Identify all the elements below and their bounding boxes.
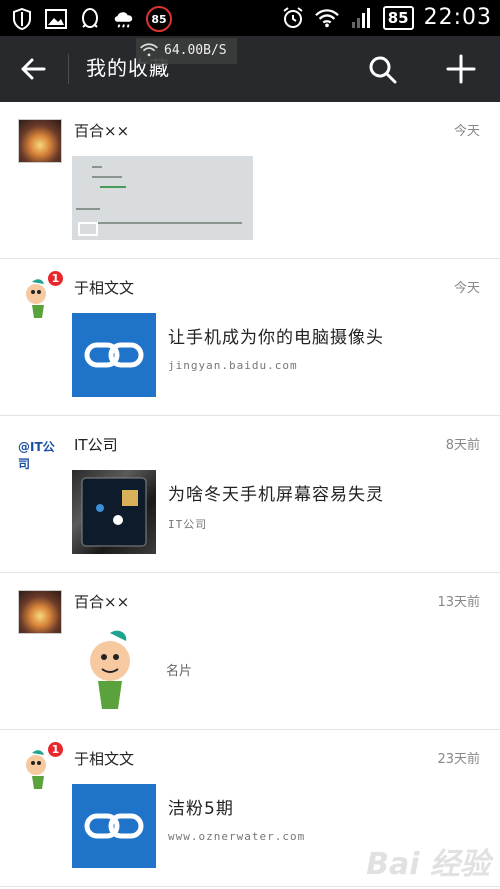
clock: 22:03 [423,5,492,30]
watermark: Bai 经验 [366,847,490,882]
network-speed-overlay: 64.00B/S [136,38,237,64]
add-button[interactable] [444,52,478,86]
link-source: www.oznerwater.com [168,830,306,843]
article-source: IT公司 [168,518,208,531]
link-source: jingyan.baidu.com [168,359,298,372]
battery-indicator: 85 [382,5,414,30]
link-thumbnail [72,313,156,397]
avatar [18,119,62,163]
link-title: 让手机成为你的电脑摄像头 [168,328,384,348]
toolbar-divider [68,54,69,84]
favorite-item[interactable]: @IT公司 IT公司 8天前 为啥冬天手机屏幕容易失灵 IT公司 [0,416,500,573]
sender-name: IT公司 [74,436,118,454]
contact-card-thumbnail [72,627,156,711]
article-thumbnail [72,470,156,554]
sender-name: 于相文文 [74,279,135,297]
wifi-icon [314,6,339,30]
alarm-icon [281,6,305,30]
item-time: 8天前 [445,438,480,453]
toolbar: 我的收藏 64.00B/S [0,36,500,102]
favorite-item[interactable]: 百合×× 13天前 名片 [0,573,500,730]
weather-icon [112,7,136,31]
item-time: 23天前 [437,752,480,767]
signal-icon [349,6,373,30]
sender-name: 百合×× [74,122,130,140]
link-icon [84,342,144,368]
image-icon [44,7,68,31]
item-time: 13天前 [437,595,480,610]
link-title: 洁粉5期 [168,799,234,819]
notification-badge: 85 [146,6,172,32]
status-bar: 85 85 22:03 [0,0,500,36]
link-icon [84,813,144,839]
shield-icon [10,7,34,31]
image-thumbnail [72,156,253,240]
favorite-item[interactable]: 1 于相文文 今天 让手机成为你的电脑摄像头 jingyan.baidu.com [0,259,500,416]
favorites-list: 百合×× 今天 1 于相文文 今天 让手机成为你的电脑摄像头 jingyan.b… [0,102,500,887]
avatar: @IT公司 [18,433,62,477]
article-title: 为啥冬天手机屏幕容易失灵 [168,485,384,505]
link-thumbnail [72,784,156,868]
unread-badge: 1 [47,270,64,287]
item-time: 今天 [453,124,480,139]
plus-icon [446,54,476,84]
arrow-left-icon [21,58,46,80]
sender-name: 百合×× [74,593,130,611]
tv-icon [78,222,98,236]
speed-text: 64.00B/S [164,43,227,58]
avatar [18,590,62,634]
search-button[interactable] [367,54,399,86]
sender-name: 于相文文 [74,750,135,768]
search-icon [369,56,397,84]
qq-icon [78,7,102,31]
item-time: 今天 [453,281,480,296]
card-label: 名片 [166,664,193,679]
favorite-item[interactable]: 百合×× 今天 [0,102,500,259]
wifi-icon [140,41,158,69]
unread-badge: 1 [47,741,64,758]
back-button[interactable] [16,52,50,86]
